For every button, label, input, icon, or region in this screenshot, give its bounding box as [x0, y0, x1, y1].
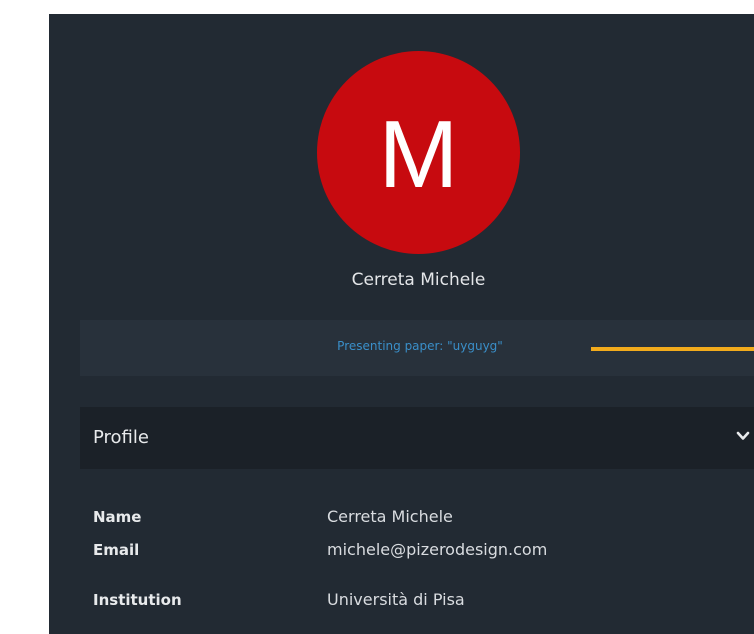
avatar-initial: M: [378, 100, 459, 208]
profile-accordion-header[interactable]: Profile: [80, 407, 754, 469]
field-label-name: Name: [93, 508, 142, 526]
field-value-institution: Università di Pisa: [327, 590, 465, 609]
chevron-down-icon[interactable]: [736, 429, 750, 443]
annotation-pointer-line: [591, 347, 754, 351]
avatar: M: [317, 51, 520, 254]
field-value-name: Cerreta Michele: [327, 507, 453, 526]
user-display-name: Cerreta Michele: [351, 270, 486, 290]
profile-panel: M Cerreta Michele Presenting paper: "uyg…: [49, 14, 754, 634]
field-label-institution: Institution: [93, 591, 182, 609]
accordion-title: Profile: [93, 427, 149, 448]
field-label-email: Email: [93, 541, 140, 559]
field-value-email: michele@pizerodesign.com: [327, 540, 548, 559]
